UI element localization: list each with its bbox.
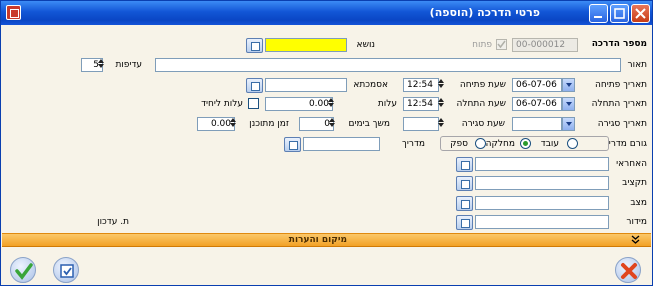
close-date-input[interactable] — [512, 117, 562, 131]
priority-label: עדיפות — [115, 60, 142, 70]
x-icon — [621, 263, 637, 279]
start-time-spinner[interactable] — [437, 97, 444, 111]
status-label: מצב — [630, 198, 647, 208]
start-date-input[interactable]: 06-07-06 — [512, 97, 562, 111]
status-input[interactable] — [475, 196, 609, 210]
cost-input[interactable]: 0.00 — [265, 97, 333, 111]
cancel-button[interactable] — [615, 257, 641, 283]
budget-label: תקציב — [622, 178, 647, 188]
measure-label: מידור — [626, 217, 647, 227]
close-date-label: תאריך סגירה — [597, 119, 647, 129]
minimize-icon — [594, 16, 602, 18]
subject-label: נושא — [356, 40, 375, 50]
reference-lookup-button[interactable] — [246, 78, 263, 93]
close-icon — [635, 8, 646, 19]
status-lookup-button[interactable] — [456, 196, 473, 211]
open-checkbox[interactable] — [496, 39, 507, 50]
close-time-label: שעת סגירה — [461, 119, 505, 129]
section-bar-label: מיקום והערות — [288, 235, 347, 245]
planned-time-spinner[interactable] — [229, 117, 236, 131]
close-date-dropdown[interactable] — [562, 117, 575, 131]
budget-input[interactable] — [475, 176, 609, 190]
start-time-label: שעת התחלה — [456, 99, 506, 109]
edit-icon — [60, 264, 74, 278]
source-radio-vendor[interactable] — [475, 138, 486, 149]
budget-lookup-button[interactable] — [456, 176, 473, 191]
double-chevron-down-icon[interactable] — [631, 235, 640, 248]
title-bar: פרטי הדרכה (הוספה) — [1, 1, 652, 25]
instructor-source-label: גורם מדריך — [603, 139, 647, 149]
open-date-input[interactable]: 06-07-06 — [512, 78, 562, 92]
unit-cost-label: עלות ליחיד — [201, 99, 243, 109]
responsible-lookup-button[interactable] — [456, 157, 473, 172]
training-number-label: מספר הדרכה — [591, 39, 647, 49]
duration-label: משך בימים — [348, 119, 391, 129]
location-notes-section-bar[interactable]: מיקום והערות — [2, 233, 651, 247]
close-time-input[interactable] — [403, 117, 439, 131]
edit-button[interactable] — [53, 257, 79, 283]
ok-button[interactable] — [10, 257, 36, 283]
subject-lookup-button[interactable] — [246, 38, 263, 53]
start-date-dropdown[interactable] — [562, 97, 575, 111]
measure-input[interactable] — [475, 215, 609, 229]
reference-input[interactable] — [265, 78, 347, 92]
source-option-department: מחלקה — [485, 139, 515, 149]
measure-lookup-button[interactable] — [456, 215, 473, 230]
instructor-label: מדריך — [402, 139, 425, 149]
source-option-employee: עובד — [540, 139, 559, 149]
training-number-field: 00-000012 — [512, 38, 578, 52]
priority-spinner[interactable] — [97, 58, 104, 72]
responsible-input[interactable] — [475, 157, 609, 171]
open-time-spinner[interactable] — [437, 78, 444, 92]
open-checkbox-label: פתוח — [472, 40, 492, 50]
description-input[interactable] — [155, 58, 621, 72]
subject-input[interactable] — [265, 38, 347, 52]
source-option-vendor: ספק — [450, 139, 468, 149]
description-label: תאור — [627, 60, 647, 70]
duration-spinner[interactable] — [328, 117, 335, 131]
responsible-label: האחראי — [616, 159, 647, 169]
start-date-label: תאריך התחלה — [591, 99, 647, 109]
training-details-window: פרטי הדרכה (הוספה) מספר הדרכה 00-000012 … — [0, 0, 653, 286]
reference-label: אסמכתא — [353, 80, 388, 90]
updated-date-label: ת. עדכון — [97, 217, 129, 227]
open-time-input[interactable]: 12:54 — [403, 78, 439, 92]
instructor-input[interactable] — [303, 137, 380, 151]
window-title: פרטי הדרכה (הוספה) — [429, 6, 540, 19]
cost-spinner[interactable] — [327, 97, 334, 111]
checkmark-icon — [497, 40, 506, 49]
unit-cost-checkbox[interactable] — [248, 98, 259, 109]
minimize-button[interactable] — [589, 4, 608, 23]
open-time-label: שעת פתיחה — [459, 80, 506, 90]
checkmark-icon — [15, 263, 33, 280]
source-radio-employee[interactable] — [567, 138, 578, 149]
source-radio-department[interactable] — [520, 138, 531, 149]
close-button[interactable] — [631, 4, 650, 23]
close-time-spinner[interactable] — [437, 117, 444, 131]
maximize-button[interactable] — [610, 4, 629, 23]
open-date-label: תאריך פתיחה — [594, 80, 647, 90]
app-icon — [6, 5, 21, 20]
instructor-lookup-button[interactable] — [284, 137, 301, 152]
open-date-dropdown[interactable] — [562, 78, 575, 92]
start-time-input[interactable]: 12:54 — [403, 97, 439, 111]
planned-time-label: זמן מתוכנן — [249, 119, 289, 129]
cost-label: עלות — [377, 99, 397, 109]
maximize-icon — [614, 8, 625, 19]
